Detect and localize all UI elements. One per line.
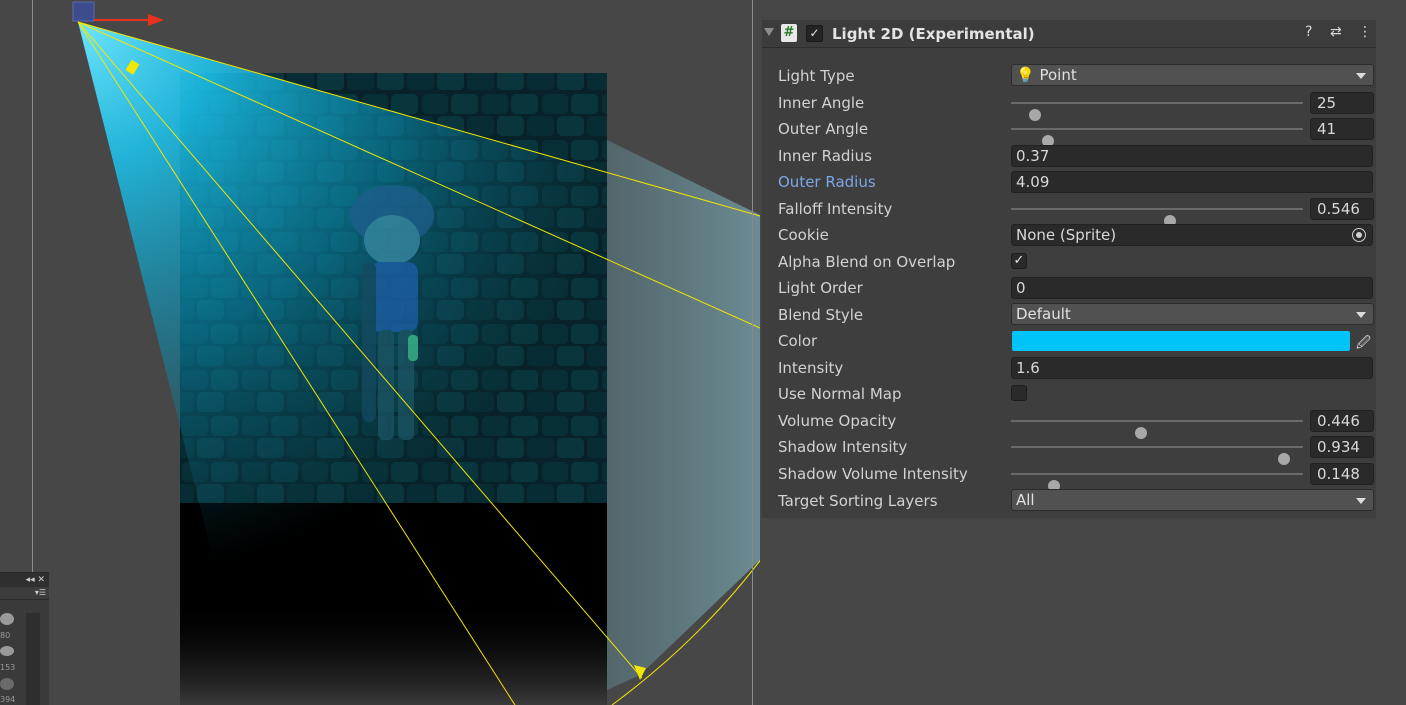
light-type-label: Light Type	[778, 67, 855, 85]
row-shadow-volume-intensity: Shadow Volume Intensity 0.148	[762, 461, 1376, 492]
inner-angle-field[interactable]: 25	[1310, 92, 1374, 114]
x-axis-arrowhead[interactable]	[148, 14, 164, 26]
target-sorting-layers-label: Target Sorting Layers	[778, 492, 938, 510]
color-swatch[interactable]	[1012, 331, 1350, 351]
shadow-volume-intensity-field[interactable]: 0.148	[1310, 463, 1374, 485]
row-alpha-blend: Alpha Blend on Overlap ✓	[762, 249, 1376, 275]
inspector-panel: # ✓ Light 2D (Experimental) ? ⇄ ⋮ Light …	[762, 20, 1376, 518]
outer-angle-field[interactable]: 41	[1310, 118, 1374, 140]
volume-opacity-label: Volume Opacity	[778, 412, 897, 430]
scene-canvas[interactable]	[0, 0, 760, 705]
alpha-blend-checkbox[interactable]: ✓	[1011, 253, 1027, 269]
use-normal-map-label: Use Normal Map	[778, 385, 902, 403]
outer-angle-slider[interactable]	[1011, 128, 1303, 147]
shadow-volume-intensity-slider[interactable]	[1011, 473, 1303, 492]
chevron-down-icon	[1356, 498, 1366, 504]
shadow-intensity-slider[interactable]	[1011, 446, 1303, 465]
help-icon[interactable]: ?	[1305, 24, 1312, 40]
row-cookie: Cookie None (Sprite)	[762, 222, 1376, 248]
mini-panel-header[interactable]: ◂◂ ✕	[0, 573, 49, 587]
outer-angle-label: Outer Angle	[778, 120, 869, 138]
mini-layers-panel[interactable]: ◂◂ ✕ ▾☰ 80 153 394	[0, 572, 49, 705]
mini-swatch-3[interactable]	[0, 678, 14, 690]
chevron-down-icon	[1356, 312, 1366, 318]
object-picker-icon[interactable]	[1352, 228, 1366, 242]
target-sorting-layers-dropdown[interactable]: All	[1011, 489, 1374, 511]
inner-radius-field[interactable]: 0.37	[1011, 145, 1373, 167]
row-blend-style: Blend Style Default	[762, 302, 1376, 328]
falloff-intensity-field[interactable]: 0.546	[1310, 198, 1374, 220]
row-color: Color 🖉	[762, 328, 1376, 354]
alpha-blend-label: Alpha Blend on Overlap	[778, 253, 956, 271]
mini-number-3: 394	[0, 695, 16, 704]
use-normal-map-checkbox[interactable]	[1011, 385, 1027, 401]
script-icon: #	[781, 24, 797, 42]
volume-opacity-field[interactable]: 0.446	[1310, 410, 1374, 432]
presets-icon[interactable]: ⇄	[1330, 24, 1342, 40]
light-transform-handle[interactable]	[72, 1, 95, 22]
row-outer-radius: Outer Radius 4.09	[762, 169, 1376, 195]
row-light-order: Light Order 0	[762, 275, 1376, 301]
cookie-value: None (Sprite)	[1016, 226, 1117, 244]
mini-number-1: 80	[0, 631, 11, 640]
row-intensity: Intensity 1.6	[762, 355, 1376, 381]
row-light-type: Light Type 💡 Point	[762, 63, 1376, 89]
row-target-sorting-layers: Target Sorting Layers All	[762, 488, 1376, 514]
cookie-label: Cookie	[778, 226, 829, 244]
inner-radius-label: Inner Radius	[778, 147, 872, 165]
shadow-volume-intensity-label: Shadow Volume Intensity	[778, 465, 968, 483]
component-header[interactable]: # ✓ Light 2D (Experimental) ? ⇄ ⋮	[762, 20, 1376, 48]
row-inner-radius: Inner Radius 0.37	[762, 143, 1376, 169]
bottom-fade	[180, 600, 607, 705]
falloff-intensity-slider[interactable]	[1011, 208, 1303, 227]
lightbulb-icon: 💡	[1016, 66, 1035, 84]
scene-guide-line-right	[752, 0, 753, 705]
row-falloff-intensity: Falloff Intensity 0.546	[762, 196, 1376, 227]
eyedropper-icon[interactable]: 🖉	[1356, 332, 1371, 356]
mini-scrollbar[interactable]	[26, 613, 40, 705]
outer-radius-field[interactable]: 4.09	[1011, 171, 1373, 193]
inner-angle-slider[interactable]	[1011, 102, 1303, 121]
shadow-intensity-field[interactable]: 0.934	[1310, 436, 1374, 458]
scene-view[interactable]: ◂◂ ✕ ▾☰ 80 153 394	[0, 0, 760, 705]
more-options-icon[interactable]: ⋮	[1358, 24, 1372, 40]
row-use-normal-map: Use Normal Map	[762, 381, 1376, 407]
row-volume-opacity: Volume Opacity 0.446	[762, 408, 1376, 439]
chevron-down-icon	[1356, 73, 1366, 79]
intensity-field[interactable]: 1.6	[1011, 357, 1373, 379]
color-label: Color	[778, 332, 818, 350]
volume-opacity-slider[interactable]	[1011, 420, 1303, 439]
mini-swatch-2[interactable]	[0, 646, 14, 656]
falloff-intensity-label: Falloff Intensity	[778, 200, 893, 218]
mini-panel-menu[interactable]: ▾☰	[0, 587, 49, 600]
shadow-intensity-label: Shadow Intensity	[778, 438, 908, 456]
blend-style-label: Blend Style	[778, 306, 864, 324]
blend-style-value: Default	[1016, 305, 1071, 323]
row-outer-angle: Outer Angle 41	[762, 116, 1376, 147]
row-inner-angle: Inner Angle 25	[762, 90, 1376, 121]
row-shadow-intensity: Shadow Intensity 0.934	[762, 434, 1376, 465]
light-order-field[interactable]: 0	[1011, 277, 1373, 299]
component-title: Light 2D (Experimental)	[832, 25, 1035, 43]
outer-radius-label: Outer Radius	[778, 173, 876, 191]
mini-swatch-1[interactable]	[0, 613, 14, 625]
blend-style-dropdown[interactable]: Default	[1011, 303, 1374, 325]
cookie-object-field[interactable]: None (Sprite)	[1011, 224, 1373, 246]
inner-angle-label: Inner Angle	[778, 94, 865, 112]
mini-number-2: 153	[0, 663, 16, 672]
light-type-dropdown[interactable]: 💡 Point	[1011, 64, 1374, 86]
light-type-value: Point	[1039, 66, 1077, 84]
light-order-label: Light Order	[778, 279, 863, 297]
component-enabled-checkbox[interactable]: ✓	[806, 25, 823, 42]
fold-arrow-icon[interactable]	[764, 28, 774, 36]
target-sorting-layers-value: All	[1016, 491, 1035, 509]
intensity-label: Intensity	[778, 359, 844, 377]
